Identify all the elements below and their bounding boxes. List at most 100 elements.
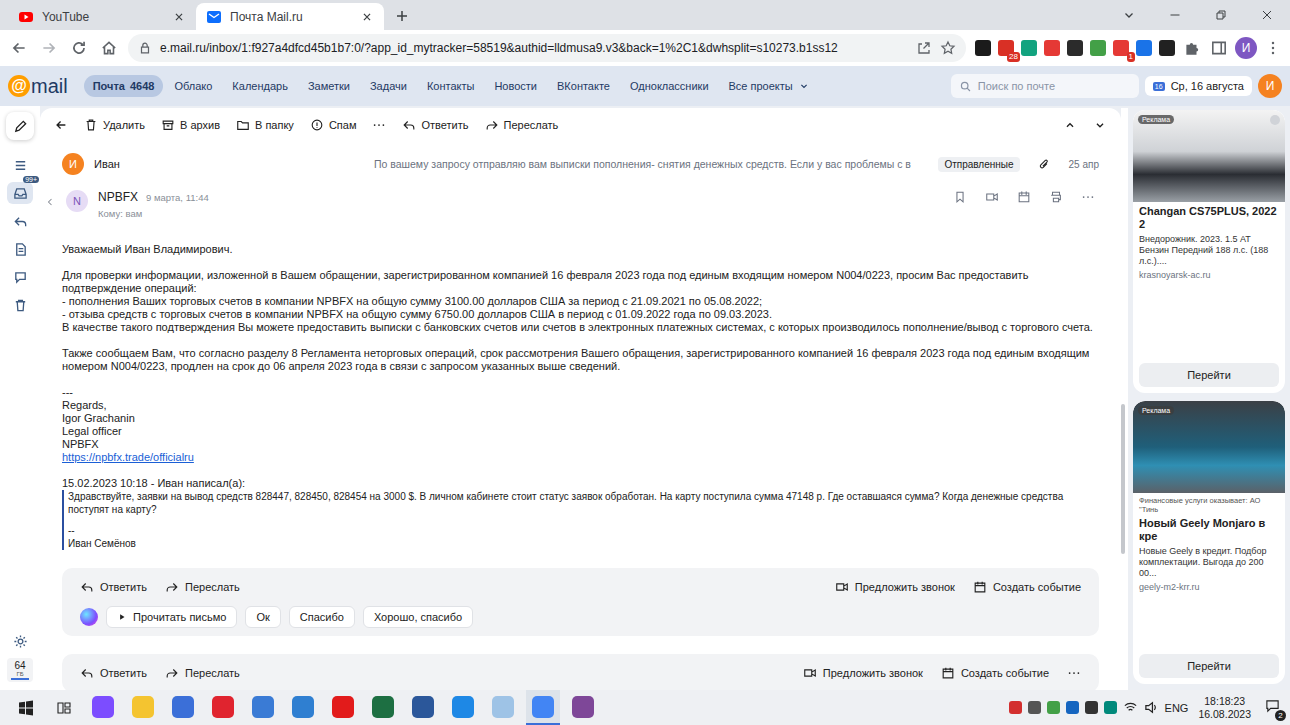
forward-arrow-icon[interactable] <box>38 37 60 59</box>
home-icon[interactable] <box>98 37 120 59</box>
network-icon[interactable] <box>1123 700 1138 715</box>
sidebar-button[interactable] <box>7 154 33 176</box>
more-icon[interactable] <box>372 118 386 132</box>
taskbar-app[interactable] <box>366 690 400 725</box>
back-arrow-icon[interactable] <box>8 37 30 59</box>
forward-button[interactable]: Переслать <box>165 580 240 594</box>
assistant-orb-icon[interactable] <box>80 608 98 626</box>
forward-button[interactable]: Переслать <box>485 118 559 132</box>
ad-card[interactable]: РекламаФинансовые услуги оказывает: АО "… <box>1133 401 1285 684</box>
project-nav-item[interactable]: Календарь <box>223 75 297 97</box>
taskbar-app[interactable] <box>86 690 120 725</box>
ad-button[interactable]: Перейти <box>1139 363 1279 387</box>
tray-app-icon[interactable] <box>1047 701 1060 714</box>
chevron-down-icon[interactable] <box>1093 118 1107 132</box>
extension-icon[interactable] <box>1089 39 1107 57</box>
sidebar-button[interactable] <box>7 210 33 232</box>
letter-sender[interactable]: NPBFX <box>98 190 138 204</box>
letter-action-icon[interactable] <box>981 190 1003 204</box>
extension-icon[interactable] <box>1135 39 1153 57</box>
quick-reply-button[interactable]: Прочитать письмо <box>106 606 237 628</box>
reply-button[interactable]: Ответить <box>402 118 468 132</box>
chevron-up-icon[interactable] <box>1063 118 1077 132</box>
user-avatar[interactable]: И <box>1258 74 1282 98</box>
taskbar-app[interactable] <box>286 690 320 725</box>
toolbar-button[interactable]: В папку <box>236 118 294 132</box>
extension-icon[interactable] <box>1066 39 1084 57</box>
mail-search[interactable]: Поиск по почте <box>951 74 1139 98</box>
project-nav-item[interactable]: Контакты <box>418 75 484 97</box>
menu-dots-icon[interactable] <box>1262 37 1284 59</box>
project-nav-item[interactable]: Заметки <box>299 75 359 97</box>
scrollbar[interactable] <box>1121 108 1128 690</box>
tray-app-icon[interactable] <box>1104 701 1117 714</box>
date-widget[interactable]: 16Ср, 16 августа <box>1145 76 1252 96</box>
close-icon[interactable] <box>360 10 374 24</box>
collapse-arrow-icon[interactable] <box>44 196 56 208</box>
taskbar-app[interactable] <box>406 690 440 725</box>
minimize-icon[interactable] <box>1152 0 1198 30</box>
call-button[interactable]: Предложить звонок <box>835 580 955 594</box>
project-nav-item[interactable]: Облако <box>165 75 221 97</box>
extension-icon[interactable]: 1 <box>1112 39 1130 57</box>
reload-icon[interactable] <box>68 37 90 59</box>
plus-icon[interactable] <box>394 8 410 24</box>
clock[interactable]: 18:18:2316.08.2023 <box>1194 695 1255 721</box>
close-window-icon[interactable] <box>1244 0 1290 30</box>
quick-reply-button[interactable]: Ок <box>245 606 280 628</box>
star-icon[interactable] <box>940 40 956 56</box>
project-nav-item[interactable]: ВКонтакте <box>548 75 619 97</box>
volume-icon[interactable] <box>1144 700 1159 715</box>
forward-button[interactable]: Переслать <box>165 666 240 680</box>
project-nav-item[interactable]: Задачи <box>361 75 416 97</box>
taskbar-app[interactable] <box>566 690 600 725</box>
sidebar-button[interactable] <box>7 266 33 288</box>
address-bar[interactable]: e.mail.ru/inbox/1:f927a4dfcd45b1b7:0/?ap… <box>128 34 966 62</box>
compose-button[interactable] <box>6 112 34 140</box>
tray-app-icon[interactable] <box>1066 701 1079 714</box>
taskbar-app[interactable] <box>446 690 480 725</box>
mail-logo[interactable]: @mail <box>8 75 68 98</box>
browser-tab[interactable]: Почта Mail.ru <box>196 3 384 30</box>
restore-icon[interactable] <box>1198 0 1244 30</box>
sidebar-button[interactable] <box>7 294 33 316</box>
letter-action-icon[interactable] <box>1013 190 1035 204</box>
event-button[interactable]: Создать событие <box>941 666 1049 680</box>
toolbar-button[interactable]: Спам <box>310 118 357 132</box>
project-nav-item[interactable]: Новости <box>485 75 546 97</box>
tray-app-icon[interactable] <box>1009 701 1022 714</box>
sidebar-button[interactable]: 99+ <box>7 182 33 204</box>
close-icon[interactable] <box>172 10 186 24</box>
reply-button[interactable]: Ответить <box>80 666 147 680</box>
tray-app-icon[interactable] <box>1028 701 1041 714</box>
taskbar-app[interactable] <box>246 690 280 725</box>
scrollbar-thumb[interactable] <box>1121 404 1125 554</box>
puzzle-icon[interactable] <box>1181 37 1203 59</box>
profile-avatar[interactable]: И <box>1235 37 1257 59</box>
taskbar-app[interactable] <box>326 690 360 725</box>
sidebar-icon[interactable] <box>1208 37 1230 59</box>
more-icon[interactable] <box>1067 666 1081 680</box>
windows-start-icon[interactable] <box>10 700 42 716</box>
extension-icon[interactable] <box>1020 39 1038 57</box>
extension-icon[interactable] <box>974 39 992 57</box>
extension-icon[interactable]: 28 <box>997 39 1015 57</box>
taskbar-app[interactable] <box>486 690 520 725</box>
notifications-button[interactable]: 2 <box>1261 698 1284 717</box>
share-icon[interactable] <box>916 40 932 56</box>
project-nav-item[interactable]: Почта4648 <box>84 75 164 97</box>
letter-action-icon[interactable] <box>1077 190 1099 204</box>
taskbar-app[interactable] <box>526 690 560 725</box>
chevron-down-icon[interactable] <box>1106 0 1152 30</box>
letter-action-icon[interactable] <box>949 190 971 204</box>
quick-reply-button[interactable]: Хорошо, спасибо <box>363 606 473 628</box>
taskbar-app[interactable] <box>126 690 160 725</box>
settings-button[interactable] <box>7 630 33 652</box>
toolbar-button[interactable]: Удалить <box>84 118 145 132</box>
ad-button[interactable]: Перейти <box>1139 654 1279 678</box>
extension-icon[interactable] <box>1043 39 1061 57</box>
thread-item[interactable]: ИИванПо вашему запросу отправляю вам вып… <box>40 150 1121 178</box>
sidebar-button[interactable] <box>7 238 33 260</box>
ad-card[interactable]: РекламаChangan CS75PLUS, 2022 2Внедорожн… <box>1133 110 1285 393</box>
taskbar-app[interactable] <box>206 690 240 725</box>
